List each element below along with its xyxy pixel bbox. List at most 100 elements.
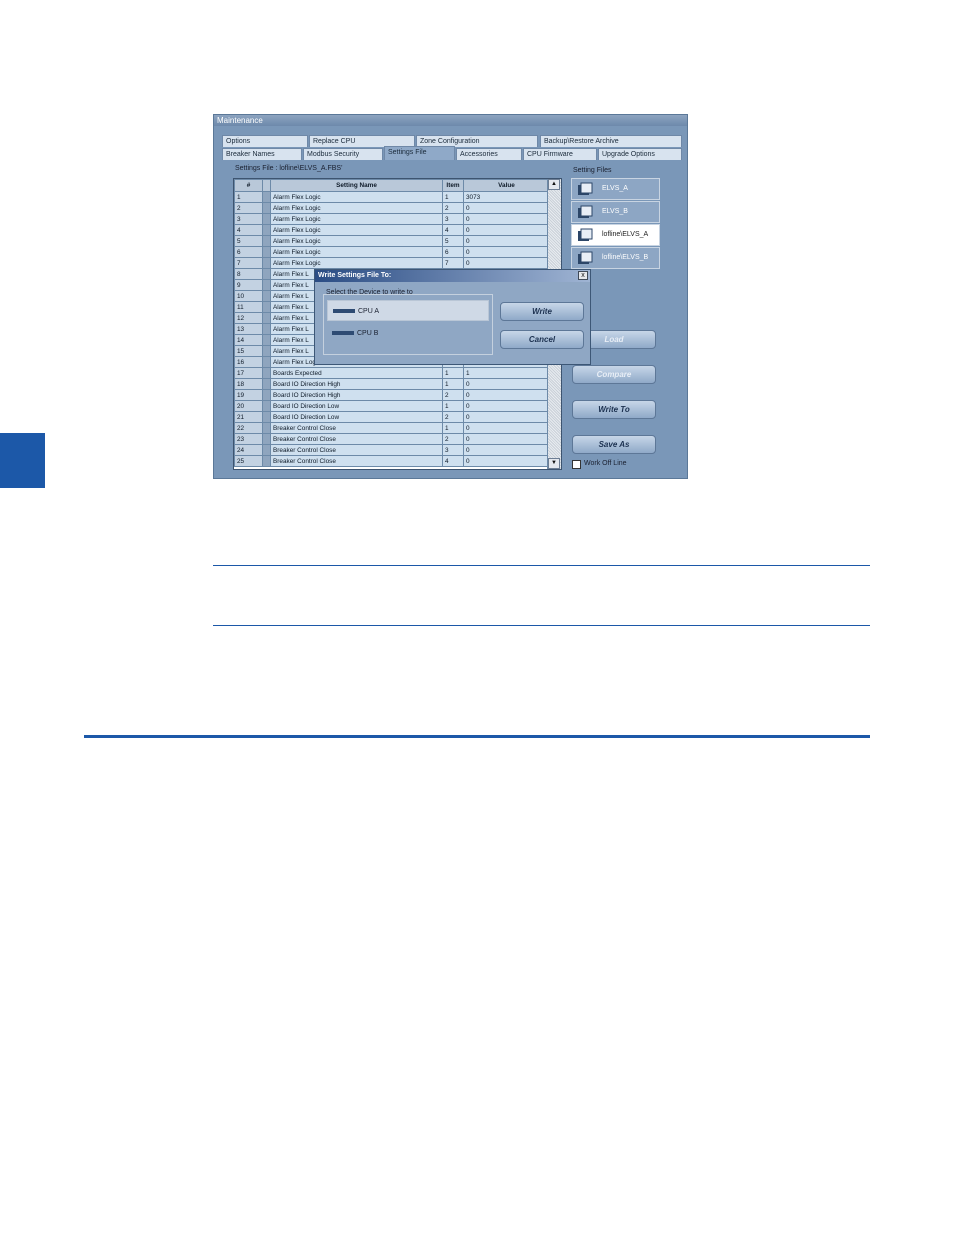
scroll-down-arrow-icon[interactable]: ▼ [548,458,560,469]
tab-breaker-names[interactable]: Breaker Names [222,148,302,160]
cell-row-selector [262,224,271,236]
col-header-blank [262,179,271,192]
file-item-elvs-a[interactable]: ELVS_A [571,178,660,200]
folder-file-icon [578,182,593,195]
cell-item: 2 [442,433,464,445]
table-row[interactable]: 5 Alarm Flex Logic 5 0 [234,235,550,247]
cell-number: 21 [234,411,263,423]
bottom-note-rule [213,625,870,626]
table-row[interactable]: 3 Alarm Flex Logic 3 0 [234,213,550,225]
close-icon[interactable]: x [578,271,588,280]
file-item-label: lofline\ELVS_B [602,254,649,261]
cell-number: 17 [234,367,263,379]
cell-row-selector [262,455,271,467]
table-row[interactable]: 4 Alarm Flex Logic 4 0 [234,224,550,236]
chapter-side-tab [0,433,45,488]
dialog-title: Write Settings File To: [315,270,590,282]
cell-item: 1 [442,191,464,203]
cell-row-selector [262,356,271,368]
tab-cpu-firmware[interactable]: CPU Firmware [523,148,597,160]
work-offline-checkbox[interactable] [572,460,581,469]
cell-value: 0 [463,389,550,401]
cell-setting-name: Board IO Direction High [270,389,443,401]
file-item-offline-elvs-a[interactable]: lofline\ELVS_A [571,224,660,246]
table-row[interactable]: 18 Board IO Direction High 1 0 [234,378,550,390]
table-row[interactable]: 22 Breaker Control Close 1 0 [234,422,550,434]
col-header-setting-name[interactable]: Setting Name [270,179,443,192]
table-row[interactable]: 21 Board IO Direction Low 2 0 [234,411,550,423]
compare-button[interactable]: Compare [572,365,656,384]
cell-setting-name: Alarm Flex Logic [270,213,443,225]
cell-number: 25 [234,455,263,467]
cell-row-selector [262,411,271,423]
cell-value: 0 [463,213,550,225]
tab-options[interactable]: Options [222,135,308,147]
cell-setting-name: Boards Expected [270,367,443,379]
cell-setting-name: Board IO Direction High [270,378,443,390]
cell-item: 1 [442,400,464,412]
table-row[interactable]: 23 Breaker Control Close 2 0 [234,433,550,445]
cell-row-selector [262,290,271,302]
table-row[interactable]: 1 Alarm Flex Logic 1 3073 [234,191,550,203]
table-row[interactable]: 17 Boards Expected 1 1 [234,367,550,379]
scroll-up-arrow-icon[interactable]: ▲ [548,179,560,190]
cell-number: 3 [234,213,263,225]
device-item-label: CPU B [357,330,379,337]
table-row[interactable]: 6 Alarm Flex Logic 6 0 [234,246,550,258]
device-item-cpu-b[interactable]: CPU B [327,323,489,344]
table-row[interactable]: 24 Breaker Control Close 3 0 [234,444,550,456]
cell-setting-name: Alarm Flex Logic [270,224,443,236]
cell-value: 1 [463,367,550,379]
settings-file-path: Settings File : lofline\ELVS_A.FBS' [235,165,343,172]
table-row[interactable]: 25 Breaker Control Close 4 0 [234,455,550,467]
cell-row-selector [262,235,271,247]
cell-item: 6 [442,246,464,258]
file-item-elvs-b[interactable]: ELVS_B [571,201,660,223]
cell-row-selector [262,191,271,203]
col-header-value[interactable]: Value [463,179,550,192]
tab-modbus-security[interactable]: Modbus Security [303,148,383,160]
table-row[interactable]: 19 Board IO Direction High 2 0 [234,389,550,401]
write-button[interactable]: Write [500,302,584,321]
tab-backup-restore-archive[interactable]: Backup\Restore Archive [540,135,682,147]
cell-number: 20 [234,400,263,412]
folder-file-icon [578,251,593,264]
cell-item: 2 [442,411,464,423]
save-as-button[interactable]: Save As [572,435,656,454]
cell-number: 4 [234,224,263,236]
tab-upgrade-options[interactable]: Upgrade Options [598,148,682,160]
device-item-cpu-a[interactable]: CPU A [327,300,489,321]
grid-header-row: # Setting Name Item Value [234,179,550,192]
col-header-item[interactable]: Item [442,179,464,192]
file-item-offline-elvs-b[interactable]: lofline\ELVS_B [571,247,660,269]
cell-number: 23 [234,433,263,445]
cell-row-selector [262,389,271,401]
cancel-button[interactable]: Cancel [500,330,584,349]
cell-row-selector [262,202,271,214]
cell-row-selector [262,334,271,346]
cell-number: 13 [234,323,263,335]
setting-files-label: Setting Files [573,167,612,174]
cell-item: 3 [442,444,464,456]
cell-number: 1 [234,191,263,203]
table-row[interactable]: 2 Alarm Flex Logic 2 0 [234,202,550,214]
tab-settings-file[interactable]: Settings File [384,146,455,160]
col-header-number[interactable]: # [234,179,263,192]
cell-value: 0 [463,246,550,258]
cell-item: 1 [442,378,464,390]
cell-number: 16 [234,356,263,368]
cell-number: 14 [234,334,263,346]
cell-number: 18 [234,378,263,390]
cell-value: 0 [463,235,550,247]
cell-item: 1 [442,367,464,379]
write-to-button[interactable]: Write To [572,400,656,419]
cell-number: 15 [234,345,263,357]
table-row[interactable]: 20 Board IO Direction Low 1 0 [234,400,550,412]
tab-accessories[interactable]: Accessories [456,148,522,160]
cell-setting-name: Board IO Direction Low [270,411,443,423]
cell-number: 2 [234,202,263,214]
cell-row-selector [262,345,271,357]
table-row[interactable]: 7 Alarm Flex Logic 7 0 [234,257,550,269]
window-title: Maintenance [214,115,687,126]
maintenance-window: Maintenance Options Replace CPU Zone Con… [213,114,688,479]
